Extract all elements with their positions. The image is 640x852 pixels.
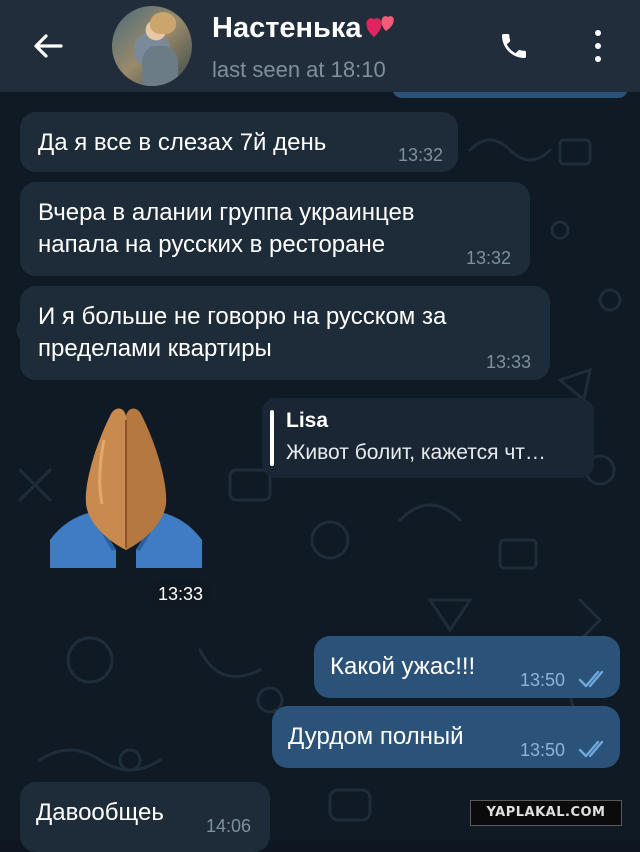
message-incoming[interactable]: Давообщеь 14:06 bbox=[20, 782, 270, 852]
read-check-icon bbox=[578, 670, 604, 688]
read-check-icon bbox=[578, 740, 604, 758]
message-text: Да я все в слезах 7й день bbox=[38, 129, 327, 156]
more-options-button[interactable] bbox=[580, 24, 616, 68]
message-text-line: напала на русских в ресторане bbox=[38, 231, 386, 258]
arrow-left-icon bbox=[34, 34, 63, 58]
message-time: 13:32 bbox=[398, 145, 444, 165]
message-incoming[interactable]: Вчера в алании группа украинцев напала н… bbox=[20, 182, 530, 276]
chat-title[interactable]: Настенька last seen at 18:10 bbox=[212, 10, 398, 86]
message-outgoing[interactable]: Дурдом полный 13:50 bbox=[272, 706, 620, 768]
message-text-line: И я больше не говорю на русском за bbox=[38, 303, 447, 330]
hearts-emoji-icon bbox=[365, 16, 394, 37]
reply-quote[interactable]: Lisa Живот болит, кажется чт… bbox=[262, 398, 594, 478]
message-text-line: Вчера в алании группа украинцев bbox=[38, 199, 415, 226]
message-time: 14:06 bbox=[206, 816, 252, 836]
more-vertical-icon bbox=[595, 30, 601, 36]
last-seen-status: last seen at 18:10 bbox=[212, 57, 386, 82]
reply-text: Живот болит, кажется чт… bbox=[286, 441, 546, 464]
back-button[interactable] bbox=[26, 26, 70, 66]
folded-hands-emoji[interactable] bbox=[46, 400, 206, 568]
message-time: 13:33 bbox=[486, 352, 532, 372]
message-text: Какой ужас!!! bbox=[330, 653, 476, 680]
message-time: 13:50 bbox=[520, 670, 566, 690]
phone-icon bbox=[502, 34, 526, 58]
call-button[interactable] bbox=[492, 24, 536, 68]
contact-name: Настенька bbox=[212, 12, 362, 44]
reply-sender-name: Lisa bbox=[286, 409, 329, 432]
watermark: YAPLAKAL.COM bbox=[470, 800, 622, 826]
chat-header: Настенька last seen at 18:10 bbox=[0, 0, 640, 92]
message-text-line: пределами квартиры bbox=[38, 335, 272, 362]
message-incoming[interactable]: Да я все в слезах 7й день 13:32 bbox=[20, 112, 458, 172]
message-time: 13:32 bbox=[466, 248, 512, 268]
message-time: 13:33 bbox=[150, 580, 212, 608]
avatar[interactable] bbox=[112, 6, 192, 86]
message-incoming[interactable]: И я больше не говорю на русском за преде… bbox=[20, 286, 550, 380]
message-time: 13:50 bbox=[520, 740, 566, 760]
message-text: Дурдом полный bbox=[288, 723, 464, 750]
reply-bar bbox=[270, 410, 274, 466]
message-text: Давообщеь bbox=[36, 799, 164, 826]
message-outgoing[interactable]: Какой ужас!!! 13:50 bbox=[314, 636, 620, 698]
